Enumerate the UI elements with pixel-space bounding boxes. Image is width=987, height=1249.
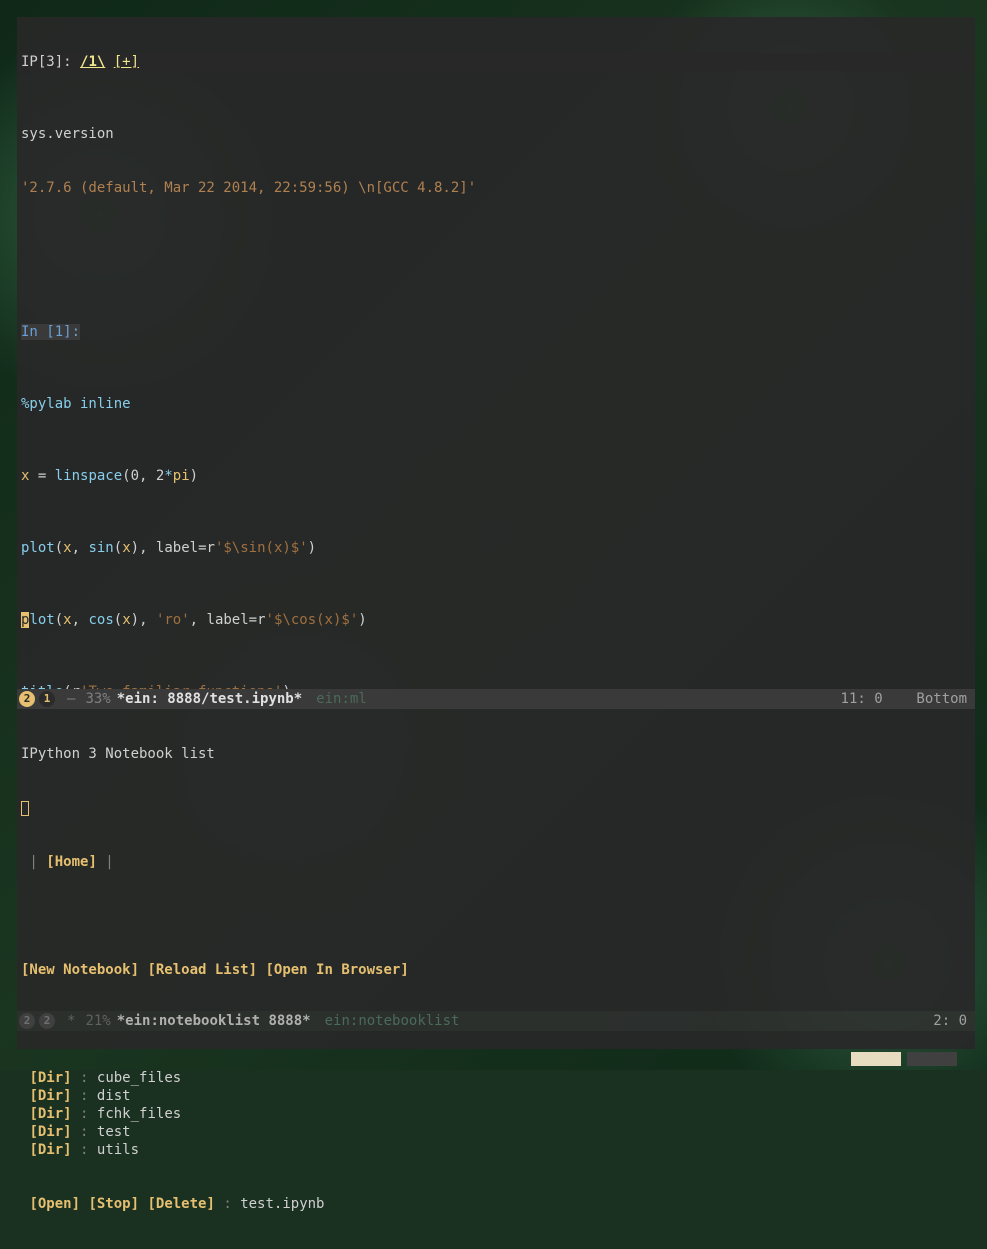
dir-name: cube_files (97, 1070, 181, 1086)
dir-row: [Dir] : test (21, 1123, 971, 1141)
tab-prefix: IP[3]: (21, 54, 80, 70)
reload-list-button[interactable]: [Reload List] (147, 962, 257, 978)
cell1-prompt: In [1]: (21, 324, 80, 340)
dir-row: [Dir] : dist (21, 1087, 971, 1105)
notebooklist-actions: [New Notebook] [Reload List] [Open In Br… (21, 961, 971, 979)
dir-name: test (97, 1124, 131, 1140)
cell0-code-text: sys.version (21, 126, 114, 142)
modeline1-bottom: Bottom (916, 691, 967, 707)
dir-row: [Dir] : cube_files (21, 1069, 971, 1087)
cell0-code[interactable]: sys.version (17, 125, 975, 143)
dir-link[interactable]: [Dir] (29, 1106, 71, 1122)
breadcrumb-row: | [Home] | (21, 853, 971, 871)
notebooklist-pane[interactable]: IPython 3 Notebook list | [Home] | [New … (17, 709, 975, 1011)
modeline1-badge1: 2 (19, 691, 35, 707)
cell1-line3[interactable]: plot(x, cos(x), 'ro', label=r'$\cos(x)$'… (17, 611, 975, 629)
dir-link[interactable]: [Dir] (29, 1142, 71, 1158)
taskbar-item[interactable] (851, 1052, 901, 1066)
cell1-line1[interactable]: x = linspace(0, 2*pi) (17, 467, 975, 485)
minibuffer[interactable] (17, 1031, 975, 1049)
tab-active[interactable]: /1\ (80, 54, 105, 70)
emacs-window: IP[3]: /1\ [+] sys.version '2.7.6 (defau… (17, 17, 975, 1040)
modeline2-pos: 2: 0 (933, 1013, 967, 1029)
tab-bar: IP[3]: /1\ [+] (17, 53, 975, 71)
dir-link[interactable]: [Dir] (29, 1070, 71, 1086)
home-link[interactable]: [Home] (46, 854, 97, 870)
stop-button[interactable]: [Stop] (88, 1196, 139, 1212)
dir-name: utils (97, 1142, 139, 1158)
modeline2-badge1: 2 (19, 1013, 35, 1029)
dir-link[interactable]: [Dir] (29, 1088, 71, 1104)
cell1-line2[interactable]: plot(x, sin(x), label=r'$\sin(x)$') (17, 539, 975, 557)
notebook-file-row: [Open] [Stop] [Delete] : test.ipynb (21, 1195, 971, 1213)
notebook-pane[interactable]: IP[3]: /1\ [+] sys.version '2.7.6 (defau… (17, 17, 975, 689)
dir-row: [Dir] : fchk_files (21, 1105, 971, 1123)
modeline-bottom: 22 * 21% *ein:notebooklist 8888* ein:not… (17, 1011, 975, 1031)
new-notebook-button[interactable]: [New Notebook] (21, 962, 139, 978)
cell0-output: '2.7.6 (default, Mar 22 2014, 22:59:56) … (17, 179, 975, 197)
cell1-prompt-row: In [1]: (17, 323, 975, 341)
dir-row: [Dir] : utils (21, 1141, 971, 1159)
modeline1-mode: ein:ml (316, 689, 367, 709)
open-button[interactable]: [Open] (29, 1196, 80, 1212)
modeline1-pos: 11: 0 (841, 691, 883, 707)
modeline-top: 21 — 33% *ein: 8888/test.ipynb* ein:ml 1… (17, 689, 975, 709)
cell1-line0[interactable]: %pylab inline (17, 395, 975, 413)
modeline1-buffer: *ein: 8888/test.ipynb* (117, 689, 302, 709)
delete-button[interactable]: [Delete] (147, 1196, 214, 1212)
modeline1-badge2: 1 (39, 691, 55, 707)
taskbar (0, 1048, 987, 1070)
modeline2-buffer: *ein:notebooklist 8888* (117, 1011, 311, 1031)
notebooklist-title: IPython 3 Notebook list (21, 745, 971, 763)
tab-add[interactable]: [+] (114, 54, 139, 70)
dir-name: dist (97, 1088, 131, 1104)
cursor-inactive (21, 801, 29, 816)
modeline2-mode: ein:notebooklist (325, 1011, 460, 1031)
dir-link[interactable]: [Dir] (29, 1124, 71, 1140)
modeline2-badge2: 2 (39, 1013, 55, 1029)
open-in-browser-button[interactable]: [Open In Browser] (265, 962, 408, 978)
notebook-filename: test.ipynb (240, 1196, 324, 1212)
taskbar-item[interactable] (907, 1052, 957, 1066)
dir-name: fchk_files (97, 1106, 181, 1122)
